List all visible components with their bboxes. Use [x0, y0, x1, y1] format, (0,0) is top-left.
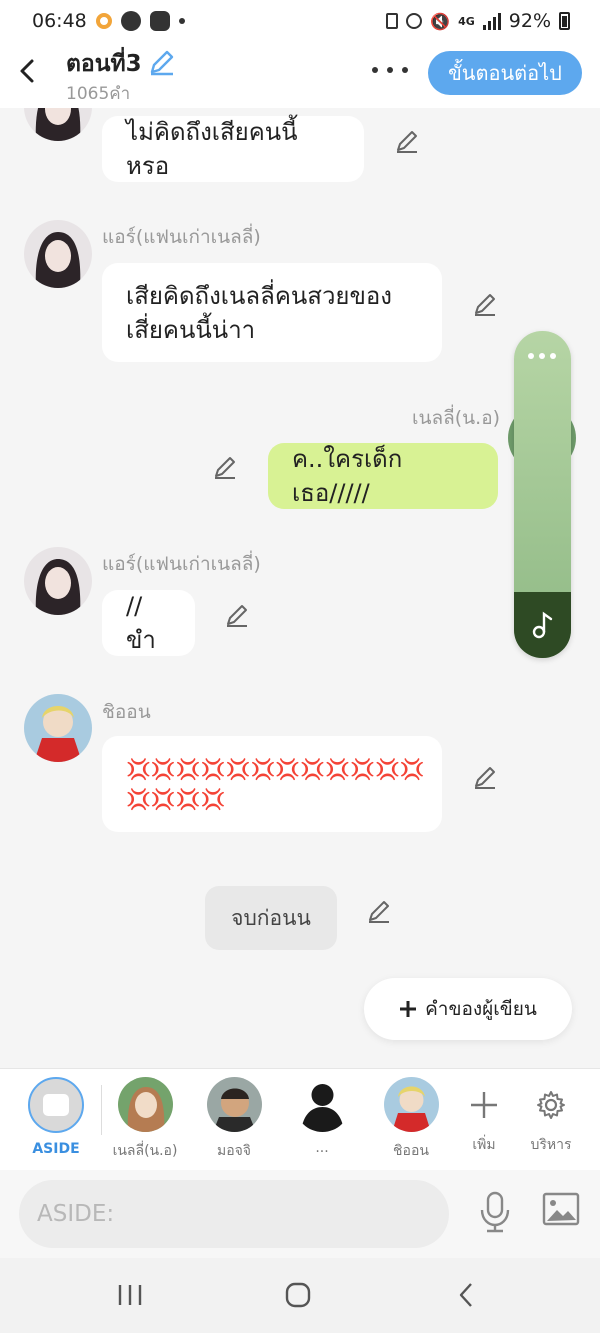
character-mochi[interactable]: มอจจิ [194, 1077, 274, 1162]
music-button[interactable] [514, 592, 571, 658]
line-app-icon [149, 11, 170, 31]
message-bubble[interactable]: 💢💢💢💢💢💢💢💢💢💢💢💢 💢💢💢💢 [102, 736, 442, 832]
microphone-icon [480, 1191, 510, 1233]
music-note-icon [532, 611, 552, 639]
next-step-button[interactable]: ขั้นตอนต่อไป [428, 51, 582, 95]
pencil-icon [227, 605, 247, 627]
speaker-name: แอร์(แฟนเก่าเนลลี่) [102, 226, 261, 248]
speaker-name: แอร์(แฟนเก่าเนลลี่) [102, 553, 261, 575]
character-label: ... [315, 1140, 329, 1156]
speaker-name: ชิออน [102, 701, 151, 723]
battery-icon [559, 12, 570, 30]
plus-icon [457, 1077, 512, 1132]
message-text-line: 💢💢💢💢 [126, 787, 226, 811]
music-more-icon[interactable] [528, 353, 556, 359]
edit-message-button[interactable] [394, 128, 420, 154]
status-time: 06:48 [32, 10, 87, 32]
chat-area[interactable]: ไม่คิดถึงเสียคนนี้หรอ แอร์(แฟนเก่าเนลลี่… [0, 108, 600, 1068]
pencil-icon [475, 294, 495, 316]
gear-icon [524, 1077, 579, 1132]
avatar-air[interactable] [24, 108, 92, 141]
pinterest-icon [120, 11, 141, 31]
recent-apps-icon [118, 1285, 142, 1305]
character-label: มอจจิ [216, 1143, 252, 1159]
plus-icon [400, 1001, 417, 1017]
voice-input-button[interactable] [478, 1190, 512, 1234]
message-bubble[interactable]: //ขำ [102, 590, 195, 656]
back-arrow-icon [459, 1283, 472, 1307]
narration-text: จบก่อนน [231, 905, 311, 930]
message-bubble[interactable]: เสียคิดถึงเนลลี่คนสวยของ เสี่ยคนนี้น่าา [102, 263, 442, 362]
word-count: 1065คำ [66, 84, 131, 104]
photos-app-icon [95, 13, 112, 29]
music-panel[interactable] [514, 331, 571, 658]
avatar-mochi [206, 1077, 262, 1132]
nav-back-button[interactable] [446, 1280, 486, 1310]
system-nav-bar [0, 1258, 600, 1333]
narration-bubble[interactable]: จบก่อนน [205, 886, 337, 950]
writer-note-label: คำของผู้เขียน [425, 998, 537, 1020]
pencil-icon [150, 50, 174, 76]
divider [101, 1085, 102, 1135]
battery-saver-icon [386, 13, 399, 29]
edit-title-button[interactable] [148, 48, 176, 76]
more-options-button[interactable] [372, 58, 408, 82]
speaker-name: เนลลี่(น.อ) [412, 407, 501, 429]
character-bar: ASIDE เนลลี่(น.อ) มอจจิ ... ชิออน เพิ่ม [0, 1068, 600, 1170]
my-message-bubble[interactable]: ค..ใครเด็กเธอ///// [268, 443, 498, 509]
message-input[interactable] [19, 1180, 449, 1248]
alarm-icon [406, 13, 423, 29]
character-aside[interactable]: ASIDE [16, 1077, 96, 1157]
message-bubble[interactable]: ไม่คิดถึงเสียคนนี้หรอ [102, 116, 364, 182]
character-nelly[interactable]: เนลลี่(น.อ) [105, 1077, 185, 1162]
message-text-line: เสียคิดถึงเนลลี่คนสวยของ [126, 281, 393, 310]
message-text: ไม่คิดถึงเสียคนนี้หรอ [126, 118, 298, 180]
edit-message-button[interactable] [224, 602, 250, 628]
message-text-line: 💢💢💢💢💢💢💢💢💢💢💢💢 [126, 757, 425, 781]
writer-note-button[interactable]: คำของผู้เขียน [364, 978, 572, 1040]
back-button[interactable] [14, 54, 40, 88]
character-label: ASIDE [32, 1141, 80, 1157]
edit-narration-button[interactable] [366, 898, 392, 924]
aside-avatar [28, 1077, 84, 1133]
status-bar: 06:48 🔇 4G 92% [0, 0, 600, 42]
character-unknown[interactable]: ... [282, 1077, 362, 1156]
avatar-silhouette [295, 1077, 350, 1132]
image-icon [542, 1192, 580, 1226]
pencil-icon [475, 767, 495, 789]
avatar-nelly [117, 1077, 173, 1132]
input-row [0, 1170, 600, 1258]
message-text: //ขำ [126, 592, 156, 654]
character-shion[interactable]: ชิออน [371, 1077, 451, 1162]
episode-header: ตอนที่3 1065คำ ขั้นตอนต่อไป [0, 42, 600, 108]
character-label: ชิออน [393, 1143, 429, 1159]
edit-message-button[interactable] [472, 291, 498, 317]
avatar-air[interactable] [24, 547, 92, 615]
signal-icon [482, 12, 501, 30]
mute-icon: 🔇 [430, 11, 451, 31]
notification-dot-icon [178, 18, 185, 24]
pencil-icon [215, 457, 235, 479]
avatar-shion [383, 1077, 439, 1132]
pencil-icon [369, 901, 389, 923]
home-button[interactable] [278, 1280, 318, 1310]
avatar-air[interactable] [24, 220, 92, 288]
image-upload-button[interactable] [542, 1192, 580, 1226]
home-icon [285, 1282, 311, 1308]
character-label: เนลลี่(น.อ) [112, 1143, 178, 1159]
recent-apps-button[interactable] [110, 1280, 150, 1310]
message-text: ค..ใครเด็กเธอ///// [292, 445, 403, 507]
pencil-icon [397, 131, 417, 153]
manage-characters-button[interactable]: บริหาร [511, 1077, 591, 1156]
battery-level: 92% [508, 10, 551, 32]
edit-message-button[interactable] [212, 454, 238, 480]
network-type: 4G [458, 14, 475, 28]
message-text-line: เสี่ยคนนี้น่าา [126, 315, 256, 344]
manage-label: บริหาร [530, 1137, 572, 1153]
chevron-left-icon [20, 59, 34, 83]
edit-message-button[interactable] [472, 764, 498, 790]
avatar-shion[interactable] [24, 694, 92, 762]
episode-title: ตอนที่3 [66, 51, 142, 77]
